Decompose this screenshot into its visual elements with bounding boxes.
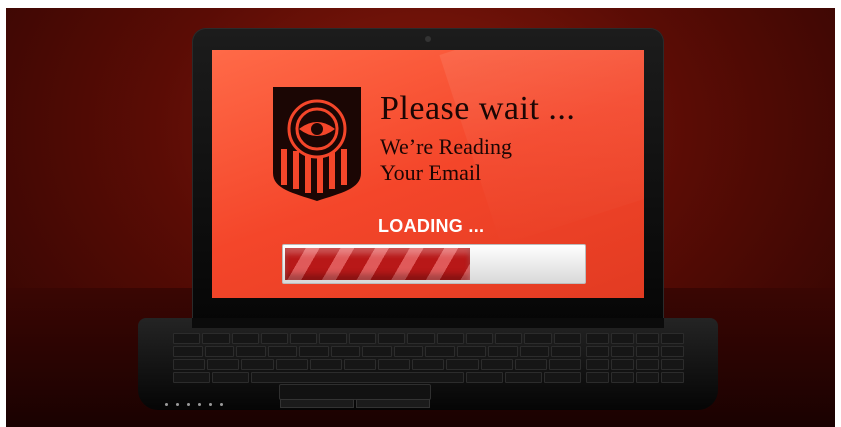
status-leds — [165, 403, 223, 406]
touchpad-left-button — [280, 399, 354, 408]
touchpad — [279, 384, 431, 400]
touchpad-right-button — [356, 399, 430, 408]
progress-bar — [282, 244, 586, 284]
progress-fill — [285, 248, 470, 280]
laptop-lid: Please wait ... We’re Reading Your Email… — [192, 28, 664, 324]
loading-label: LOADING ... — [378, 216, 485, 236]
image-border — [835, 0, 841, 427]
status-led — [209, 403, 212, 406]
please-wait-title: Please wait ... — [380, 90, 576, 127]
image-border — [0, 0, 841, 8]
status-led — [165, 403, 168, 406]
status-led — [198, 403, 201, 406]
subtitle-line-1: We’re Reading — [380, 134, 512, 159]
status-led — [176, 403, 179, 406]
numeric-keypad — [586, 333, 684, 383]
status-led — [187, 403, 190, 406]
status-led — [220, 403, 223, 406]
scene: Please wait ... We’re Reading Your Email… — [0, 0, 841, 427]
laptop-screen: Please wait ... We’re Reading Your Email… — [212, 50, 644, 298]
eye-shield-icon — [273, 87, 361, 201]
keyboard — [173, 333, 582, 383]
webcam-icon — [425, 36, 431, 42]
subtitle-line-2: Your Email — [380, 160, 482, 185]
image-border — [0, 0, 6, 427]
laptop-hinge — [192, 318, 664, 328]
